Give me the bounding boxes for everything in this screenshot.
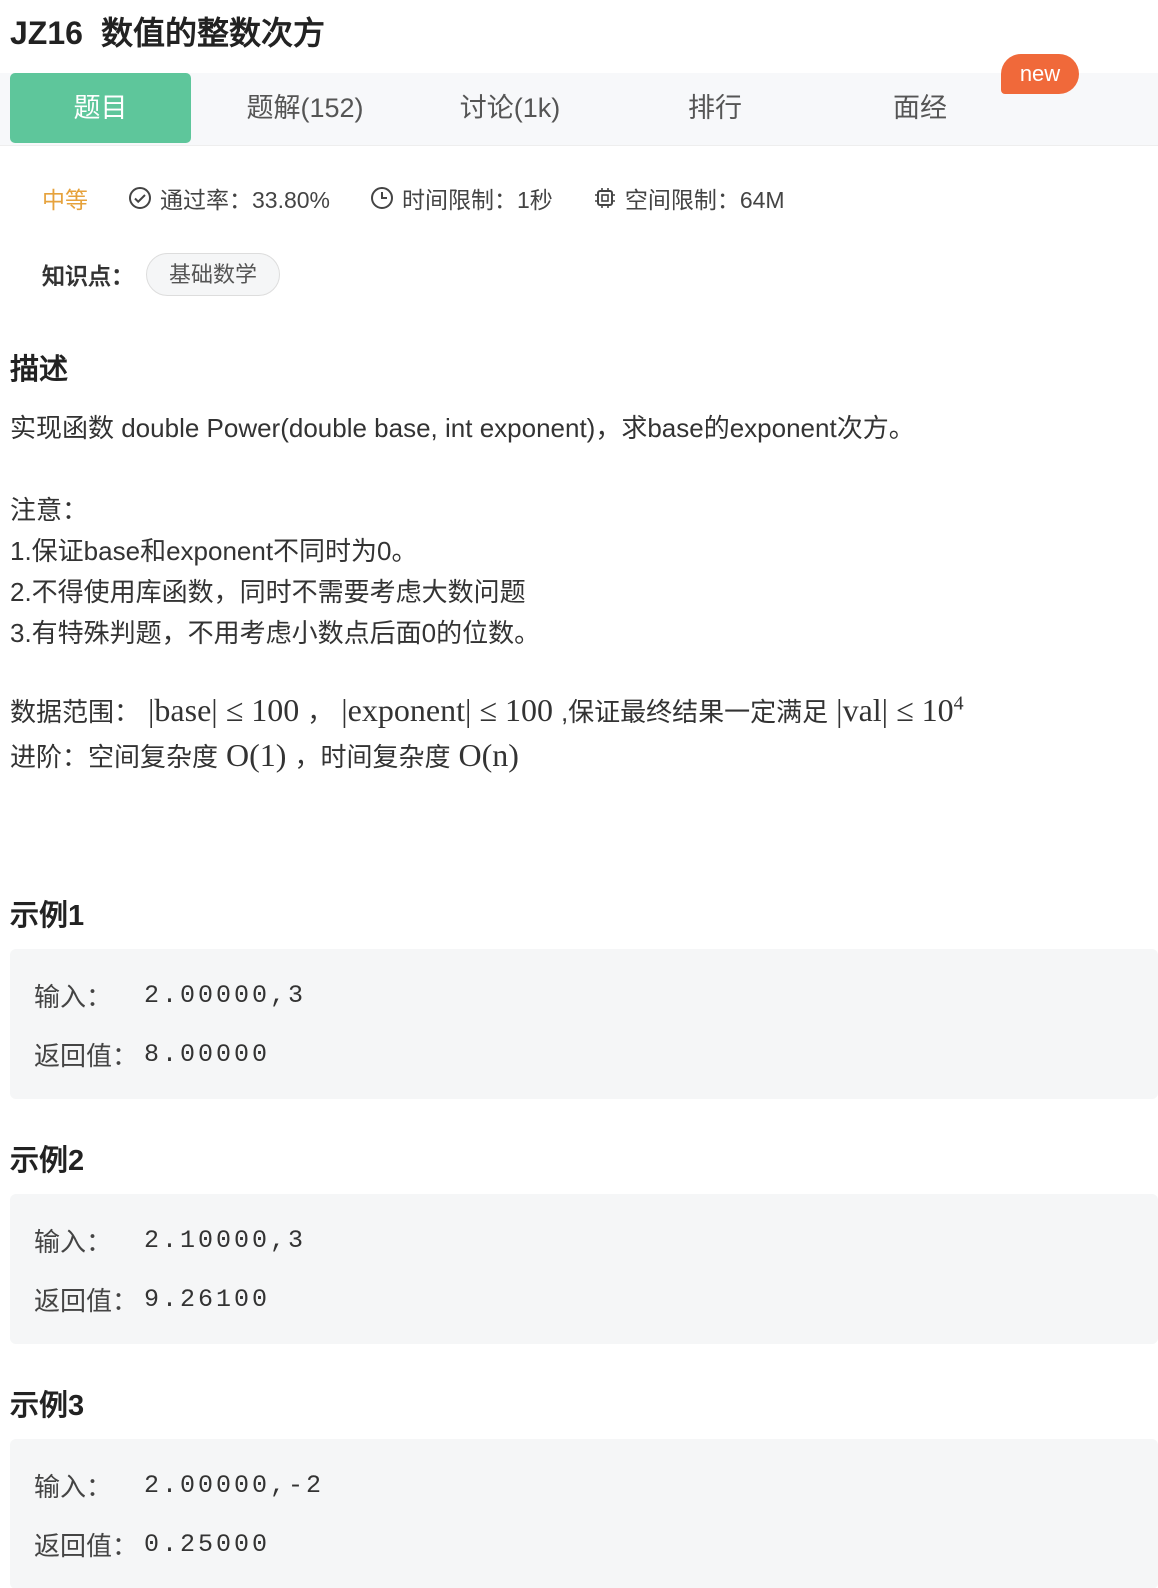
example-heading: 示例3 [10,1390,85,1422]
range-math-val: |val| ≤ 104 [836,692,964,728]
output-label: 返回值： [34,1041,139,1071]
memory-limit: 空间限制：64M [593,181,785,215]
chip-icon [594,188,615,208]
notice-item: 2.不得使用库函数，同时不需要考虑大数问题 [10,577,526,607]
output-label: 返回值： [34,1286,139,1316]
knowledge-tag[interactable]: 基础数学 [146,252,281,296]
range-middle-text: ,保证最终结果一定满足 [560,697,829,727]
input-value: 2.10000,3 [144,1226,307,1255]
problem-title: 数值的整数次方 [100,15,325,51]
output-value: 9.26100 [144,1285,271,1314]
range-label: 数据范围： [10,697,141,727]
range-math-exponent: |exponent| ≤ 100 [341,692,553,728]
example-output-row: 返回值： 8.00000 [34,1036,270,1073]
tab-solutions[interactable]: 题解(152) [210,73,400,143]
space-complexity-math: O(1) [226,737,287,773]
time-limit-text: 时间限制：1秒 [402,187,553,213]
memory-limit-text: 空间限制：64M [624,187,785,213]
tab-bar: 题目 题解(152) 讨论(1k) 排行 面经 [0,73,1158,146]
new-badge: new [1001,54,1079,94]
example-input-row: 输入： 2.00000,3 [34,977,306,1014]
advanced-complexity: 进阶：空间复杂度 O(1) ，时间复杂度 O(n) [10,737,527,774]
knowledge-label: 知识点： [42,263,134,289]
data-range: 数据范围： |base| ≤ 100 ， |exponent| ≤ 100 ,保… [10,692,972,729]
range-math-base: |base| ≤ 100 [148,692,300,728]
notice-item: 3.有特殊判题，不用考虑小数点后面0的位数。 [10,618,541,648]
output-value: 0.25000 [144,1530,271,1559]
example-heading: 示例2 [10,1145,85,1177]
difficulty-label: 中等 [42,187,88,213]
problem-code: JZ16 [10,15,83,51]
pass-rate: 通过率：33.80% [128,181,330,215]
example-box: 输入： 2.00000,3 返回值： 8.00000 [10,949,1158,1099]
description-heading: 描述 [10,354,69,386]
time-complexity-math: O(n) [458,737,519,773]
output-value: 8.00000 [144,1040,271,1069]
tab-discussion[interactable]: 讨论(1k) [420,73,600,143]
example-box: 输入： 2.10000,3 返回值： 9.26100 [10,1194,1158,1344]
advanced-separator: ，时间复杂度 [294,742,451,772]
input-value: 2.00000,3 [144,981,307,1010]
page-title: JZ16 数值的整数次方 [10,8,325,58]
check-circle-icon [129,187,151,209]
tab-ranking[interactable]: 排行 [630,73,800,143]
output-label: 返回值： [34,1531,139,1561]
range-separator: ， [307,697,334,727]
description-main: 实现函数 double Power(double base, int expon… [10,413,915,443]
description-body: 实现函数 double Power(double base, int expon… [10,408,1150,654]
time-limit: 时间限制：1秒 [370,181,553,215]
notice-title: 注意： [10,495,89,525]
knowledge-points: 知识点： 基础数学 [42,252,281,296]
example-heading: 示例1 [10,900,85,932]
example-input-row: 输入： 2.00000,-2 [34,1467,324,1504]
notice-item: 1.保证base和exponent不同时为0。 [10,536,418,566]
pass-rate-text: 通过率：33.80% [160,187,331,213]
tab-interview[interactable]: 面经 [835,73,1005,143]
problem-meta: 中等 通过率：33.80% 时间限制：1秒 空间限制：64M [42,176,825,220]
input-label: 输入： [34,1472,113,1502]
example-output-row: 返回值： 9.26100 [34,1281,270,1318]
example-output-row: 返回值： 0.25000 [34,1526,270,1563]
example-box: 输入： 2.00000,-2 返回值： 0.25000 [10,1439,1158,1588]
input-label: 输入： [34,982,113,1012]
input-label: 输入： [34,1227,113,1257]
example-input-row: 输入： 2.10000,3 [34,1222,306,1259]
input-value: 2.00000,-2 [144,1471,325,1500]
tab-problem[interactable]: 题目 [10,73,191,143]
advanced-label: 进阶：空间复杂度 [10,742,219,772]
clock-icon [371,187,394,209]
